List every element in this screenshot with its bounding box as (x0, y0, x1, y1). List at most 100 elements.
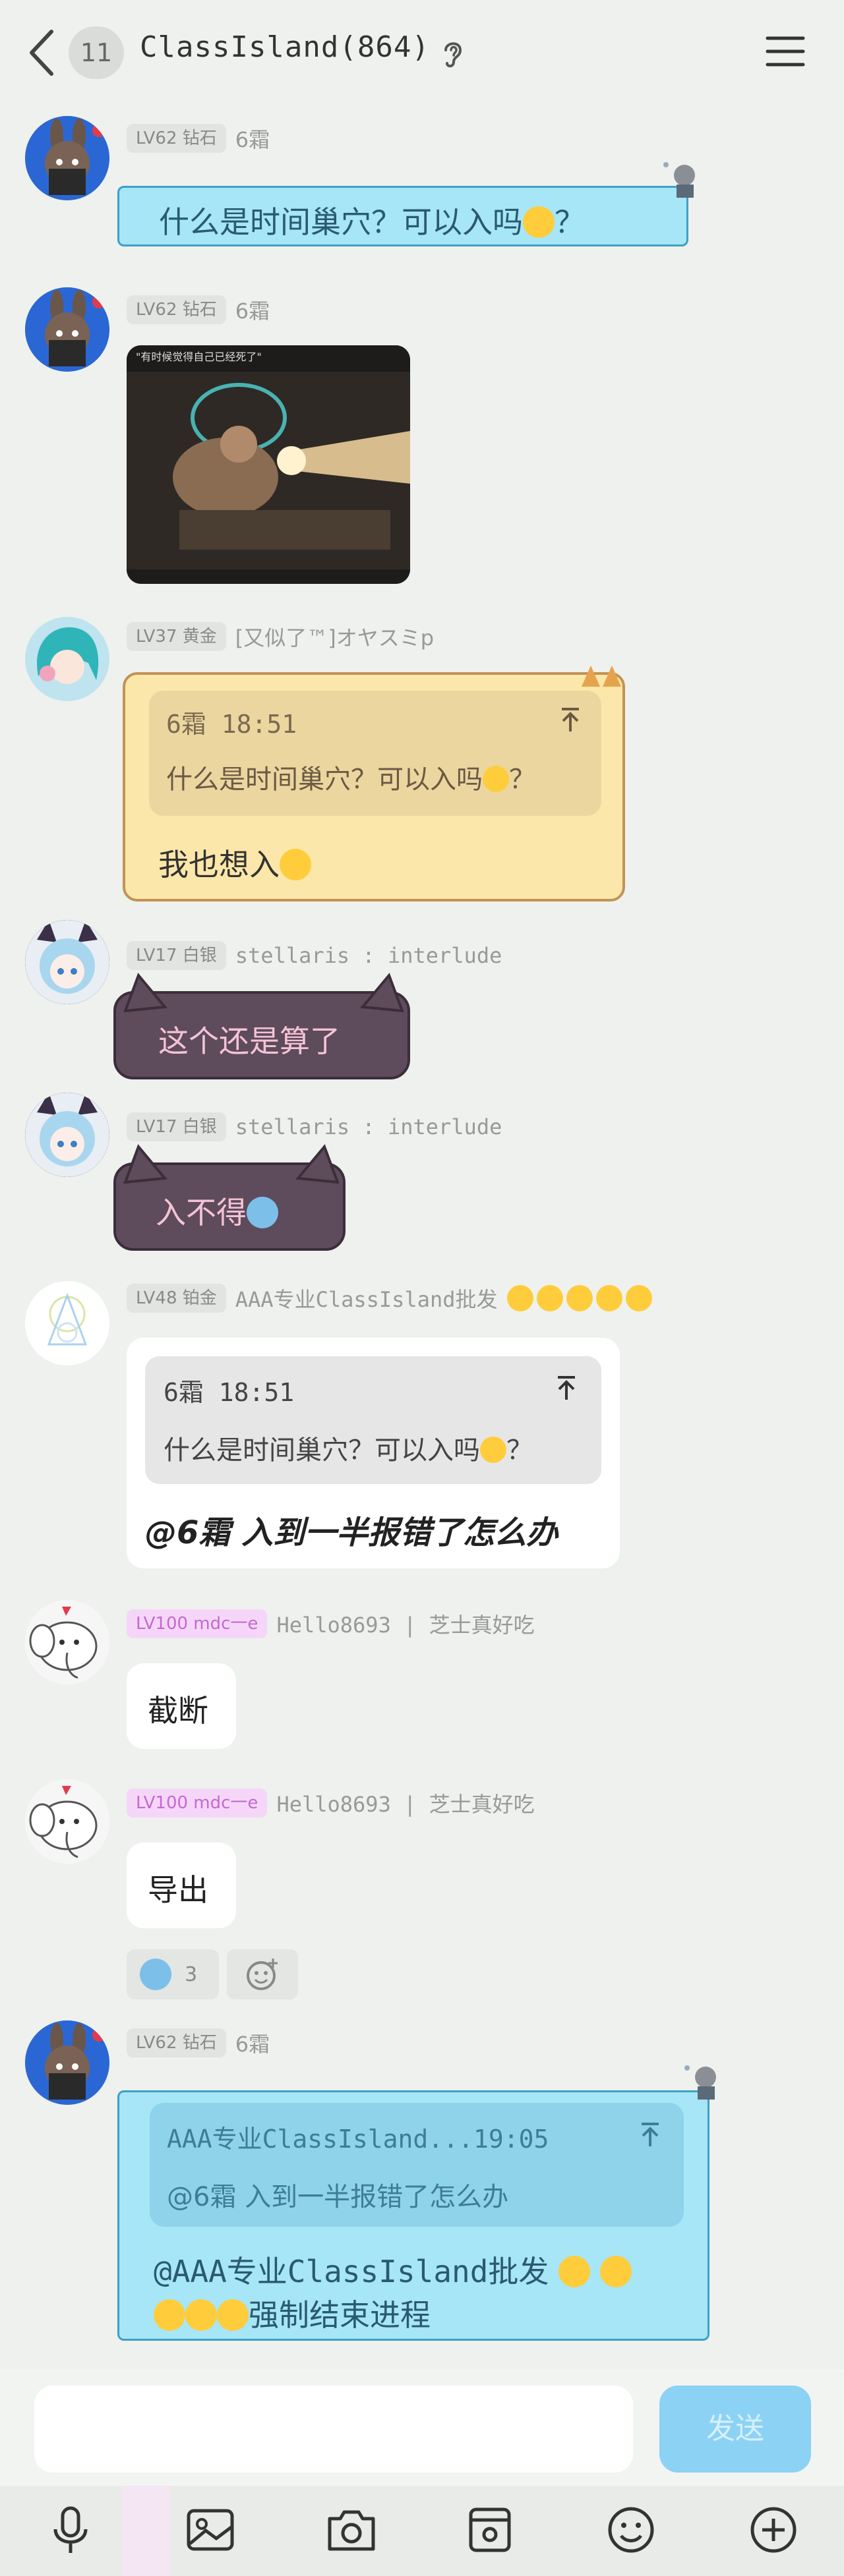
sender-name[interactable]: Hello8693 | 芝士真好吃 (276, 1788, 534, 1818)
avatar-hello8693[interactable] (25, 1600, 109, 1684)
reply-quote[interactable]: 6霜 18:51 什么是时间巢穴？可以入吗 ？ (149, 691, 601, 816)
avatar-6shuang[interactable] (25, 287, 109, 372)
avatar-stellaris[interactable] (25, 1093, 109, 1177)
bandage-emoji-icon (558, 2256, 591, 2287)
avatar-stellaris[interactable] (25, 920, 109, 1004)
message-bubble[interactable]: 导出 (127, 1843, 236, 1928)
elephant-avatar-icon (25, 1600, 109, 1684)
bandage-emoji-icon (506, 1285, 533, 1311)
kiss-emoji-icon (625, 1285, 652, 1311)
message-text: 导出 (148, 1872, 208, 1908)
camera-icon[interactable] (322, 2500, 381, 2560)
quote-time: 18:51 (218, 1378, 295, 1407)
sender-name[interactable]: 6霜 (235, 123, 270, 154)
message-bubble[interactable]: 什么是时间巢穴？可以入吗 ？ (117, 186, 688, 246)
reaction-chip[interactable]: 3 (127, 1949, 219, 1999)
jump-to-quote-icon[interactable] (554, 1375, 579, 1401)
back-arrow-icon[interactable] (25, 26, 58, 79)
sticker-icon[interactable] (460, 2500, 520, 2560)
smile-emoji-icon (154, 2299, 185, 2331)
level-badge: LV62 钻石 (127, 2028, 226, 2057)
quote-text: @6霜 入到一半报错了怎么办 (167, 2182, 509, 2212)
sender-name[interactable]: 6霜 (235, 295, 270, 325)
level-badge: LV37 黄金 (127, 622, 226, 651)
image-icon[interactable] (181, 2500, 240, 2560)
yum-emoji-icon (483, 766, 509, 792)
quote-text: 什么是时间巢穴？可以入吗 (166, 764, 483, 795)
message-meta: LV62 钻石 6霜 (127, 294, 270, 326)
add-reaction-button[interactable] (227, 1949, 298, 1999)
photo-icon (127, 345, 410, 584)
quote-author: 6霜 (164, 1378, 204, 1407)
message-bubble[interactable]: AAA专业ClassIsland...19:05 @6霜 入到一半报错了怎么办 … (117, 2090, 709, 2341)
avatar-aaa[interactable] (25, 1281, 109, 1365)
level-badge: LV100 mdc一e (127, 1609, 268, 1638)
level-badge: LV48 铂金 (127, 1284, 226, 1313)
avatar-hello8693[interactable] (25, 1779, 109, 1864)
message-text: 截断 (148, 1693, 208, 1729)
message-text: 这个还是算了 (158, 1023, 340, 1059)
sender-name[interactable]: stellaris : interlude (235, 1114, 502, 1139)
sender-name[interactable]: [又似了™]オヤスミp (235, 621, 434, 652)
ear-icon[interactable] (439, 37, 466, 69)
miku-avatar-icon (25, 617, 109, 701)
toolbar-highlight (121, 2486, 170, 2576)
message-text: @6霜 入到一半报错了怎么办 (145, 1514, 558, 1551)
message-input[interactable] (34, 2386, 633, 2473)
unread-count-badge[interactable]: 11 (69, 26, 124, 79)
chibi-decoration-icon (684, 2065, 716, 2100)
sender-name[interactable]: stellaris : interlude (235, 943, 502, 968)
emoji-icon[interactable] (601, 2500, 661, 2560)
avatar-6shuang[interactable] (25, 2020, 109, 2105)
message-text: 什么是时间巢穴？可以入吗 (159, 204, 523, 240)
cat-ears-decoration-icon (123, 1144, 340, 1184)
quote-author: 6霜 (166, 710, 206, 739)
bunny-avatar-icon (25, 2020, 109, 2105)
sender-name[interactable]: Hello8693 | 芝士真好吃 (276, 1609, 534, 1639)
message-text-tail: ？ (555, 204, 585, 240)
quote-time: 19:05 (473, 2125, 549, 2154)
message-bubble[interactable]: 6霜 18:51 什么是时间巢穴？可以入吗 ？ 我也想入 (123, 672, 625, 902)
sender-name[interactable]: AAA专业ClassIsland批发 (235, 1283, 498, 1313)
composer: 发送 (0, 2370, 844, 2486)
level-badge: LV17 白银 (127, 1112, 226, 1141)
jump-to-quote-icon[interactable] (638, 2121, 663, 2148)
jump-to-quote-icon[interactable] (558, 706, 583, 733)
quote-tail: ？ (509, 764, 535, 795)
avatar-miku[interactable] (25, 617, 109, 701)
bunny-avatar-icon (25, 116, 109, 200)
message-meta: LV100 mdc一e Hello8693 | 芝士真好吃 (127, 1787, 535, 1819)
reply-quote[interactable]: AAA专业ClassIsland...19:05 @6霜 入到一半报错了怎么办 (150, 2103, 684, 2227)
quote-text: 什么是时间巢穴？可以入吗 (164, 1435, 480, 1466)
reaction-count: 3 (185, 1962, 198, 1986)
plus-icon[interactable] (744, 2500, 803, 2560)
message-text-mention: @AAA专业ClassIsland批发 (154, 2254, 549, 2289)
quote-author: AAA专业ClassIsland... (167, 2125, 473, 2154)
sender-emoji-row (506, 1285, 652, 1311)
quote-tail: ？ (506, 1435, 533, 1466)
zipper-emoji-icon (595, 1285, 622, 1311)
message-meta: LV17 白银 stellaris : interlude (127, 940, 502, 971)
reply-quote[interactable]: 6霜 18:51 什么是时间巢穴？可以入吗 ？ (145, 1356, 601, 1484)
message-text: 强制结束进程 (249, 2297, 431, 2333)
message-meta: LV17 白银 stellaris : interlude (127, 1111, 502, 1143)
mic-icon[interactable] (41, 2500, 100, 2560)
anxious-emoji-icon (247, 1197, 278, 1228)
yum-emoji-icon (523, 206, 555, 238)
menu-icon[interactable] (765, 34, 806, 69)
avatar-6shuang[interactable] (25, 116, 109, 200)
image-message[interactable]: "有时候觉得自己已经死了" (127, 345, 410, 584)
bunny-avatar-icon (25, 287, 109, 372)
message-meta: LV100 mdc一e Hello8693 | 芝士真好吃 (127, 1608, 535, 1640)
input-toolbar (0, 2486, 844, 2576)
chibi-decoration-icon (663, 162, 695, 198)
cat-ears-decoration-icon (582, 666, 621, 687)
chat-title[interactable]: ClassIsland(864) (140, 30, 430, 64)
yum-emoji-icon (280, 849, 311, 880)
sender-name[interactable]: 6霜 (235, 2028, 270, 2058)
send-button[interactable]: 发送 (659, 2386, 811, 2473)
message-bubble[interactable]: 6霜 18:51 什么是时间巢穴？可以入吗 ？ @6霜 入到一半报错了怎么办 (127, 1338, 620, 1568)
cat-ears-decoration-icon (123, 973, 404, 1012)
message-bubble[interactable]: 截断 (127, 1663, 236, 1749)
zipper-emoji-icon (185, 2299, 217, 2331)
